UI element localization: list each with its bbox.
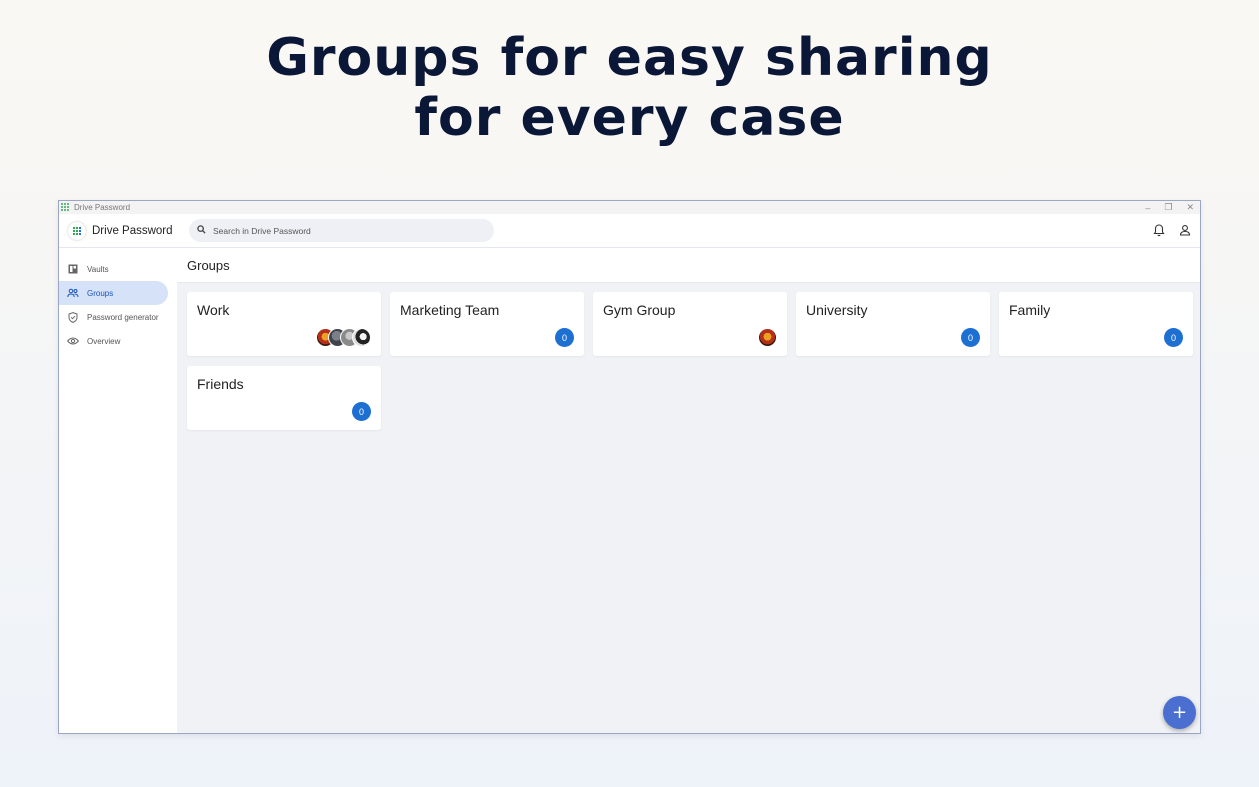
close-button[interactable]: ✕ <box>1186 202 1194 213</box>
group-name: Gym Group <box>603 302 676 318</box>
hero-line-2: for every case <box>414 88 845 148</box>
app-window: Drive Password – ❐ ✕ Drive Password Sear… <box>58 200 1201 734</box>
user-icon[interactable] <box>1178 222 1192 238</box>
group-card-friends[interactable]: Friends 0 <box>187 366 381 430</box>
brand[interactable]: Drive Password <box>59 221 189 240</box>
add-group-button[interactable]: + <box>1163 696 1196 729</box>
search-input[interactable] <box>213 225 473 236</box>
group-card-university[interactable]: University 0 <box>796 292 990 356</box>
sidebar-item-groups[interactable]: Groups <box>59 281 168 305</box>
group-name: Family <box>1009 302 1051 318</box>
brand-name: Drive Password <box>92 224 173 237</box>
hero-heading: Groups for easy sharing for every case <box>0 28 1259 148</box>
shield-icon <box>67 311 79 323</box>
groups-grid: Work Marketing Team 0 Gym Group Universi… <box>187 292 1197 430</box>
app-bar: Drive Password <box>59 214 1200 248</box>
sidebar-item-label: Overview <box>87 336 121 346</box>
sidebar-item-label: Vaults <box>87 264 109 274</box>
member-avatars[interactable] <box>758 328 777 347</box>
group-card-gym-group[interactable]: Gym Group <box>593 292 787 356</box>
sidebar-item-label: Groups <box>87 288 114 298</box>
sidebar-item-vaults[interactable]: Vaults <box>59 257 177 281</box>
app-logo-icon <box>61 203 70 212</box>
restore-button[interactable]: ❐ <box>1164 202 1172 213</box>
page-title: Groups <box>177 248 1200 283</box>
eye-icon <box>67 335 79 347</box>
sidebar-item-label: Password generator <box>87 312 159 322</box>
vault-icon <box>67 263 79 275</box>
group-card-marketing-team[interactable]: Marketing Team 0 <box>390 292 584 356</box>
group-name: Marketing Team <box>400 302 500 318</box>
minimize-button[interactable]: – <box>1145 203 1150 213</box>
member-count-badge: 0 <box>352 402 371 421</box>
hero-line-1: Groups for easy sharing <box>266 28 993 88</box>
member-count-badge: 0 <box>555 328 574 347</box>
search-bar[interactable] <box>189 219 494 242</box>
window-titlebar: Drive Password – ❐ ✕ <box>59 201 1200 214</box>
avatar <box>758 328 777 347</box>
bell-icon[interactable] <box>1152 222 1166 238</box>
member-count-badge: 0 <box>1164 328 1183 347</box>
sidebar-item-password-generator[interactable]: Password generator <box>59 305 177 329</box>
member-count-badge: 0 <box>961 328 980 347</box>
sidebar: Vaults Groups Password generator Overvie… <box>59 248 177 733</box>
group-card-work[interactable]: Work <box>187 292 381 356</box>
groups-icon <box>67 287 79 299</box>
group-name: Work <box>197 302 230 318</box>
avatar <box>352 328 371 347</box>
sidebar-item-overview[interactable]: Overview <box>59 329 177 353</box>
window-title: Drive Password <box>74 203 131 212</box>
member-avatars[interactable] <box>316 328 371 347</box>
group-name: Friends <box>197 376 244 392</box>
group-card-family[interactable]: Family 0 <box>999 292 1193 356</box>
search-icon <box>197 225 206 236</box>
brand-logo-icon <box>68 221 86 240</box>
group-name: University <box>806 302 868 318</box>
main-content: Groups Work Marketing Team 0 Gym Group U… <box>177 248 1200 733</box>
